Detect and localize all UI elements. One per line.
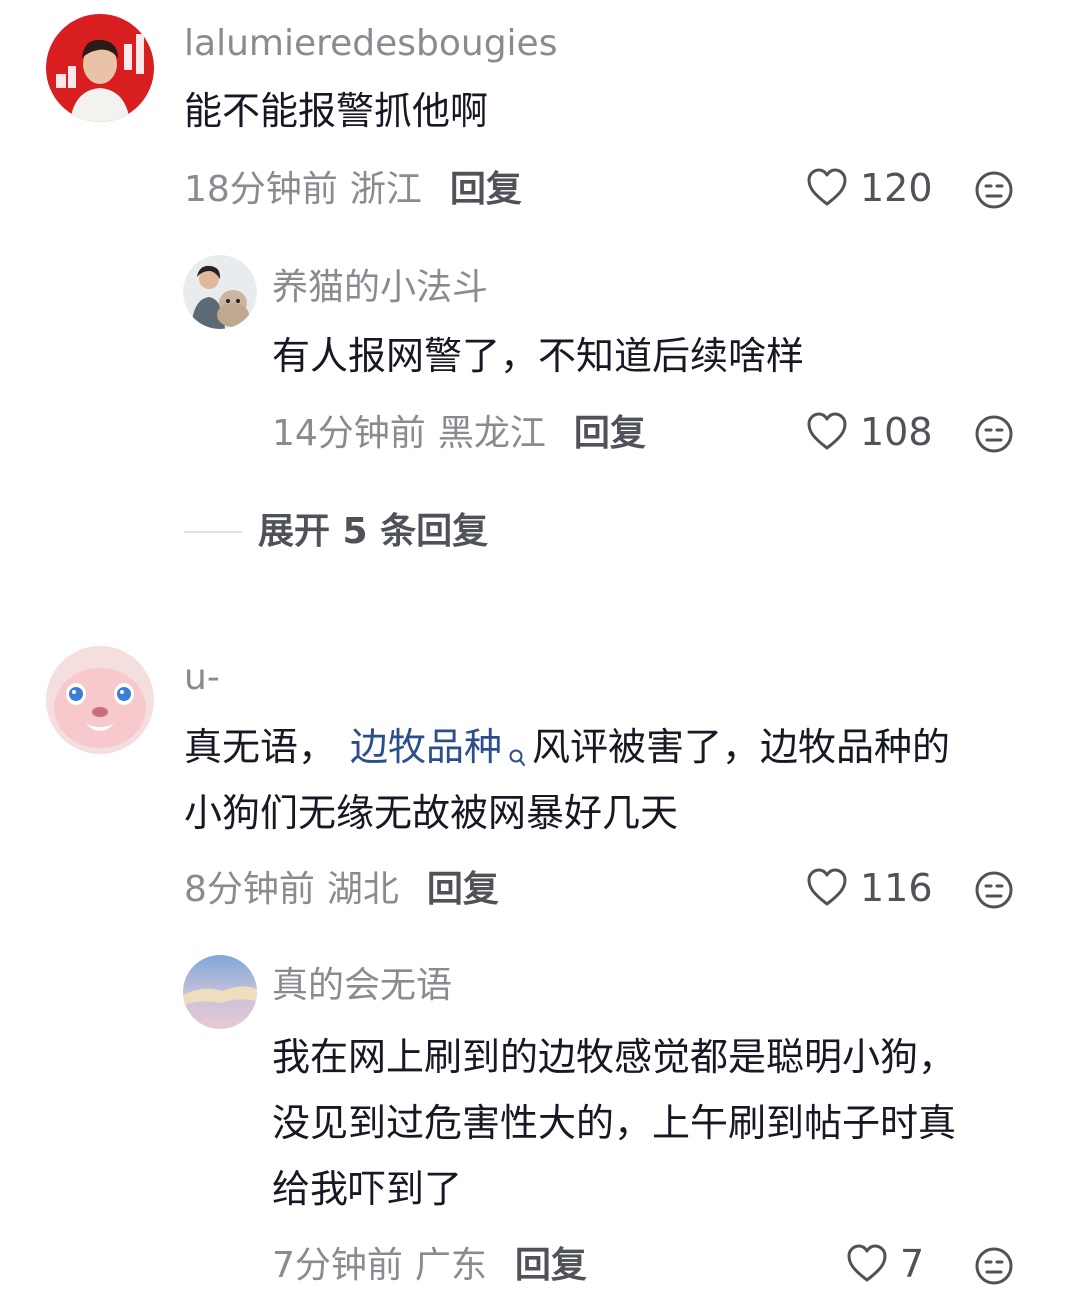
like-button[interactable]: 108 (806, 412, 933, 452)
comment-meta: 18分钟前 浙江 回复 (184, 172, 522, 208)
reply-time: 14分钟前 (272, 413, 426, 454)
avatar[interactable] (183, 955, 257, 1029)
like-count: 7 (900, 1242, 925, 1286)
comment-text: 真无语， 边牧品种 风评被害了，边牧品种的 (184, 714, 950, 790)
neutral-face-icon (975, 871, 1013, 909)
like-count: 120 (860, 166, 933, 210)
heart-outline-icon (806, 168, 848, 208)
person-with-dog-icon (183, 255, 257, 329)
reply-button[interactable]: 回复 (450, 172, 522, 208)
reply-text-line: 给我吓到了 (272, 1167, 463, 1211)
reply-text: 有人报网警了，不知道后续啥样 (272, 334, 805, 378)
dislike-button[interactable] (974, 170, 1014, 214)
reply-button[interactable]: 回复 (574, 416, 646, 452)
reply-meta: 14分钟前 黑龙江 回复 (272, 416, 646, 452)
like-button[interactable]: 116 (806, 868, 933, 908)
reply-location: 广东 (414, 1245, 487, 1286)
reply-username[interactable]: 养猫的小法斗 (272, 270, 488, 306)
heart-outline-icon (806, 868, 848, 908)
heart-outline-icon (846, 1244, 888, 1284)
neutral-face-icon (975, 171, 1013, 209)
divider (184, 531, 242, 533)
comment-time: 8分钟前 (184, 869, 315, 910)
comment-text-suffix: 风评被害了，边牧品种的 (532, 725, 951, 769)
avatar[interactable] (46, 14, 154, 122)
avatar[interactable] (46, 646, 154, 754)
avatar[interactable] (183, 255, 257, 329)
keyword-link[interactable]: 边牧品种 (350, 725, 502, 769)
dislike-button[interactable] (974, 414, 1014, 458)
comment-username[interactable]: u- (184, 660, 220, 696)
reply-location: 黑龙江 (437, 413, 546, 454)
pink-plush-bunny-icon (46, 646, 154, 754)
heart-outline-icon (806, 412, 848, 452)
comment-text: 能不能报警抓他啊 (184, 89, 489, 133)
comment-text-prefix: 真无语， (184, 725, 337, 769)
reply-username[interactable]: 真的会无语 (272, 968, 452, 1004)
neutral-face-icon (975, 1247, 1013, 1285)
comment-username[interactable]: lalumieredesbougies (184, 26, 557, 62)
comment-time: 18分钟前 (184, 169, 338, 210)
comment-location: 浙江 (349, 169, 422, 210)
dislike-button[interactable] (974, 870, 1014, 914)
like-count: 108 (860, 410, 933, 454)
like-button[interactable]: 120 (806, 168, 933, 208)
expand-replies-button[interactable]: 展开 5 条回复 (258, 514, 488, 550)
reply-button[interactable]: 回复 (427, 872, 499, 908)
neutral-face-icon (975, 415, 1013, 453)
reply-meta: 7分钟前 广东 回复 (272, 1248, 587, 1284)
comment-text-line: 小狗们无缘无故被网暴好几天 (184, 791, 679, 835)
reply-text-line: 没见到过危害性大的，上午刷到帖子时真 (272, 1101, 957, 1145)
dislike-button[interactable] (974, 1246, 1014, 1290)
portrait-red-background-icon (46, 14, 154, 122)
comment-location: 湖北 (326, 869, 399, 910)
like-count: 116 (860, 866, 933, 910)
sky-cloud-icon (183, 955, 257, 1029)
reply-time: 7分钟前 (272, 1245, 403, 1286)
reply-text-line: 我在网上刷到的边牧感觉都是聪明小狗， (272, 1035, 957, 1079)
comment-meta: 8分钟前 湖北 回复 (184, 872, 499, 908)
like-button[interactable]: 7 (846, 1244, 924, 1284)
reply-button[interactable]: 回复 (515, 1248, 587, 1284)
